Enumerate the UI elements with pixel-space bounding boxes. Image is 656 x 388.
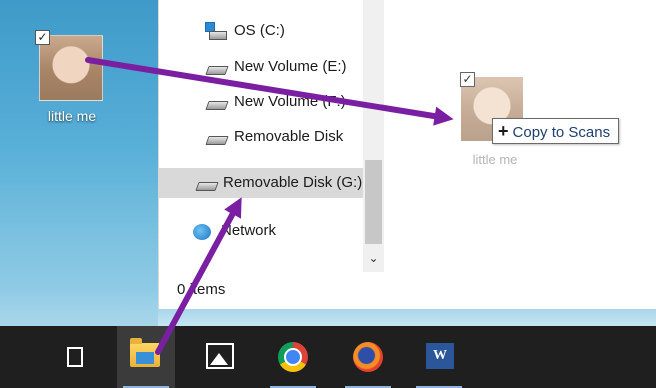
drag-ghost-label: little me [472, 152, 518, 167]
network-icon [193, 222, 213, 240]
desktop-file-little-me[interactable]: ✓ little me [32, 30, 112, 140]
desktop-strip [158, 309, 656, 326]
items-count: 0 items [177, 281, 226, 298]
drive-icon [207, 58, 227, 76]
nav-item-new-volume-e[interactable]: New Volume (E:) [159, 52, 365, 82]
taskbar-file-explorer-button[interactable] [117, 326, 175, 388]
nav-scrollbar[interactable]: ⌄ [363, 0, 384, 272]
file-explorer-icon [130, 338, 160, 367]
drive-icon [207, 93, 227, 111]
plus-icon: + [498, 121, 509, 141]
nav-item-new-volume-f[interactable]: New Volume (F:) [159, 87, 365, 117]
navigation-pane: OS (C:) New Volume (E:) New Volume (F:) … [158, 0, 384, 309]
nav-item-label: New Volume (E:) [234, 58, 347, 75]
taskbar-firefox-button[interactable] [339, 326, 397, 388]
nav-item-os-c[interactable]: OS (C:) [159, 16, 365, 46]
taskbar: W [0, 326, 656, 388]
desktop-file-label: little me [47, 108, 97, 124]
nav-item-removable-disk-g[interactable]: Removable Disk (G:) [159, 168, 365, 198]
scroll-thumb[interactable] [365, 160, 382, 244]
nav-item-label: New Volume (F:) [234, 93, 346, 110]
copy-to-label: Copy to Scans [512, 124, 611, 141]
checkbox-icon[interactable]: ✓ [35, 30, 50, 45]
word-icon: W [426, 343, 454, 369]
nav-item-label: Removable Disk [234, 128, 344, 145]
firefox-icon [353, 342, 383, 372]
screen: ✓ little me OS (C:) New Volume (E:) New … [0, 0, 656, 388]
nav-item-label: Network [221, 222, 277, 239]
drive-icon [197, 174, 217, 192]
os-drive-icon [205, 22, 227, 40]
chrome-icon [278, 342, 308, 372]
copy-to-tooltip: + Copy to Scans [492, 118, 620, 144]
nav-item-network[interactable]: Network [159, 216, 365, 246]
taskbar-photos-button[interactable] [190, 326, 248, 388]
nav-item-removable-disk[interactable]: Removable Disk [159, 122, 365, 152]
photos-icon [206, 343, 234, 369]
nav-item-label: Removable Disk (G:) [223, 174, 363, 191]
drive-icon [207, 128, 227, 146]
taskbar-word-button[interactable]: W [410, 326, 468, 388]
scroll-down-icon[interactable]: ⌄ [363, 248, 384, 268]
nav-item-label: OS (C:) [234, 22, 285, 39]
taskbar-task-view-button[interactable] [46, 326, 104, 388]
task-view-icon [67, 347, 83, 367]
checkbox-icon: ✓ [460, 72, 475, 87]
taskbar-chrome-button[interactable] [264, 326, 322, 388]
